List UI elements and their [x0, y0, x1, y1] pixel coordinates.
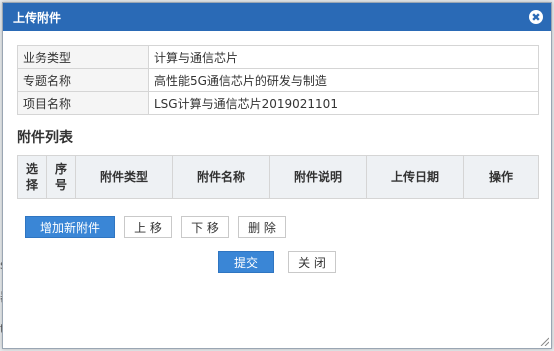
info-label: 项目名称	[17, 91, 149, 115]
col-type-header: 附件类型	[75, 155, 173, 199]
info-label: 专题名称	[17, 68, 149, 92]
attachment-table-header: 选择 序号 附件类型 附件名称 附件说明 上传日期 操作	[17, 155, 539, 199]
dialog-titlebar[interactable]: 上传附件 ✖	[3, 3, 551, 31]
attachment-list-title: 附件列表	[17, 130, 73, 146]
move-up-button[interactable]: 上 移	[124, 216, 172, 238]
col-seq-label: 序号	[54, 162, 67, 192]
dialog-footer: 提交 关 闭	[17, 251, 537, 273]
info-value: LSG计算与通信芯片2019021101	[148, 91, 539, 115]
col-desc-header: 附件说明	[269, 155, 367, 199]
close-button[interactable]: 关 闭	[288, 251, 336, 273]
info-label: 业务类型	[17, 45, 149, 69]
info-row: 专题名称 高性能5G通信芯片的研发与制造	[17, 68, 539, 92]
col-name-header: 附件名称	[172, 155, 270, 199]
delete-button[interactable]: 删 除	[238, 216, 286, 238]
add-attachment-button[interactable]: 增加新附件	[25, 216, 115, 238]
col-ops-header: 操作	[463, 155, 539, 199]
project-info-table: 业务类型 计算与通信芯片 专题名称 高性能5G通信芯片的研发与制造 项目名称 L…	[17, 45, 539, 115]
attachment-table: 选择 序号 附件类型 附件名称 附件说明 上传日期 操作	[17, 155, 539, 199]
resize-grip-icon[interactable]	[539, 336, 549, 346]
submit-button[interactable]: 提交	[218, 251, 274, 273]
dialog-content: 业务类型 计算与通信芯片 专题名称 高性能5G通信芯片的研发与制造 项目名称 L…	[3, 31, 551, 273]
col-select-label: 选择	[25, 162, 38, 192]
info-row: 业务类型 计算与通信芯片	[17, 45, 539, 69]
close-icon[interactable]: ✖	[529, 10, 543, 24]
move-down-button[interactable]: 下 移	[181, 216, 229, 238]
attachment-actions: 增加新附件 上 移 下 移 删 除	[17, 216, 537, 238]
col-date-header: 上传日期	[366, 155, 464, 199]
info-row: 项目名称 LSG计算与通信芯片2019021101	[17, 91, 539, 115]
dialog-title: 上传附件	[13, 10, 62, 25]
col-select-header: 选择	[17, 155, 47, 199]
info-value: 计算与通信芯片	[148, 45, 539, 69]
info-value: 高性能5G通信芯片的研发与制造	[148, 68, 539, 92]
upload-attachment-dialog: 上传附件 ✖ 业务类型 计算与通信芯片 专题名称 高性能5G通信芯片的研发与制造…	[2, 2, 552, 349]
col-seq-header: 序号	[46, 155, 76, 199]
